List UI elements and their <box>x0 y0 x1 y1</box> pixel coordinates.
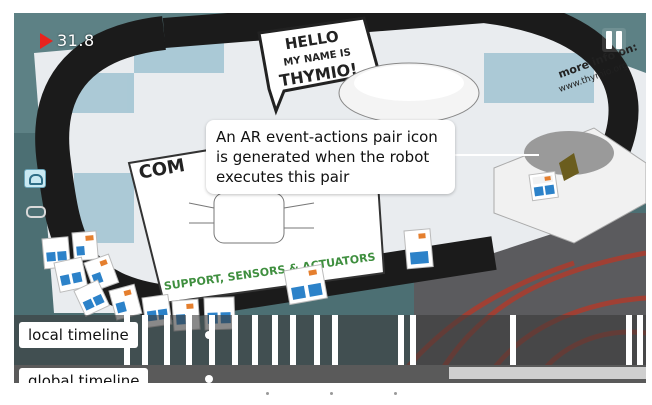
robot-icon[interactable] <box>24 169 46 188</box>
recording-time: 31.8 <box>57 31 95 50</box>
local-timeline-label: local timeline <box>19 322 138 348</box>
global-timeline-label: global timeline <box>19 368 149 383</box>
link-icon[interactable] <box>24 205 46 218</box>
record-triangle-icon <box>40 32 53 49</box>
local-timeline-handle[interactable] <box>205 331 213 339</box>
pause-button[interactable] <box>602 28 626 52</box>
recording-indicator: 31.8 <box>40 31 95 50</box>
global-timeline-range <box>449 367 646 379</box>
page-indicator-dots <box>0 390 652 398</box>
ar-callout: An AR event-actions pair icon is generat… <box>206 120 455 194</box>
tablet-device: HELLO MY NAME IS THYMIO! more info on: w… <box>0 0 652 405</box>
global-timeline-handle[interactable] <box>205 375 213 383</box>
callout-text: An AR event-actions pair icon is generat… <box>216 128 438 186</box>
ar-camera-view[interactable]: HELLO MY NAME IS THYMIO! more info on: w… <box>14 13 646 383</box>
